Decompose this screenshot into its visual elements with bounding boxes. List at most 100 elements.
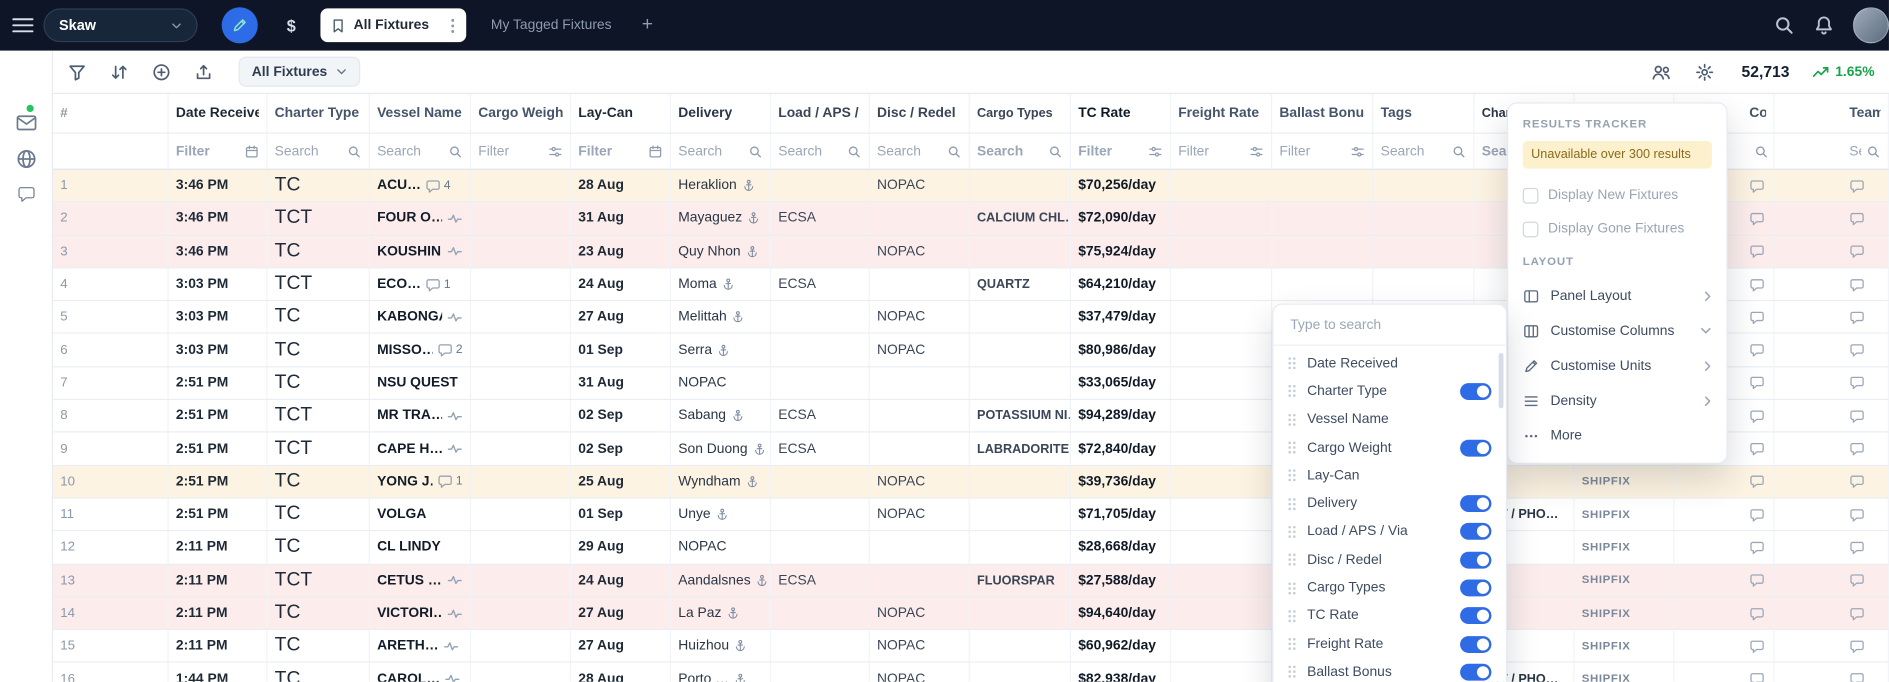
teamwork-bubble-icon[interactable] [1849,244,1865,260]
comment-count-icon[interactable] [438,342,454,358]
column-filter-freight-rate[interactable]: Filter [1171,134,1272,169]
teamwork-bubble-icon[interactable] [1849,507,1865,523]
checkbox-icon[interactable] [1523,187,1539,203]
add-tab-button[interactable]: + [642,14,653,36]
column-filter-charter-type[interactable]: Search [267,134,369,169]
comments-bubble-icon[interactable] [1749,178,1765,194]
column-header-teamwork[interactable]: Teamwork [1775,94,1889,133]
fixture-row[interactable]: 102:51 PMTCYONG J…125 AugWyndhamNOPAC$39… [53,466,1889,499]
menu-item-customise-columns[interactable]: Customise Columns [1523,313,1712,348]
columns-scrollbar[interactable] [1499,353,1504,408]
fixture-row[interactable]: 112:51 PMTCVOLGA01 SepUnyeNOPAC$71,705/d… [53,499,1889,532]
gear-icon[interactable] [1695,62,1714,81]
column-option-lay-can[interactable]: Lay-Can [1273,462,1506,490]
mail-icon[interactable] [16,113,38,132]
checkbox-icon[interactable] [1523,221,1539,237]
column-filter-tc-rate[interactable]: Filter [1071,134,1171,169]
comments-bubble-icon[interactable] [1749,474,1765,490]
tab-all-fixtures[interactable]: All Fixtures [320,8,466,42]
column-toggle[interactable] [1460,383,1491,400]
column-filter-lay-can[interactable]: Filter [571,134,671,169]
column-toggle[interactable] [1460,551,1491,568]
column-header-delivery[interactable]: Delivery [671,94,771,133]
fixture-row[interactable]: 152:11 PMTCARETH…27 AugHuizhouNOPAC$60,9… [53,630,1889,663]
view-selector[interactable]: All Fixtures [239,57,360,87]
column-toggle[interactable] [1460,608,1491,625]
columns-search-input[interactable] [1288,316,1492,333]
column-option-disc-redel[interactable]: Disc / Redel [1273,546,1506,574]
comments-bubble-icon[interactable] [1749,277,1765,293]
comments-bubble-icon[interactable] [1749,540,1765,556]
comment-count-icon[interactable] [438,474,454,490]
globe-icon[interactable] [16,148,38,170]
fixture-row[interactable]: 122:11 PMTCCL LINDY29 AugNOPAC$28,668/da… [53,532,1889,565]
column-header-charter-type[interactable]: Charter Type [267,94,369,133]
drag-handle-icon[interactable] [1288,665,1296,678]
column-option-ballast-bonus[interactable]: Ballast Bonus [1273,658,1506,682]
currency-toggle[interactable]: $ [287,16,296,34]
fixture-row[interactable]: 142:11 PMTCVICTORI…27 AugLa PazNOPAC$94,… [53,597,1889,630]
comments-bubble-icon[interactable] [1749,671,1765,682]
drag-handle-icon[interactable] [1288,609,1296,622]
column-option-charter-type[interactable]: Charter Type [1273,377,1506,405]
drag-handle-icon[interactable] [1288,441,1296,454]
option-display-gone-fixtures[interactable]: Display Gone Fixtures [1523,212,1712,246]
comment-count-icon[interactable] [426,277,442,293]
comments-bubble-icon[interactable] [1749,572,1765,588]
teamwork-bubble-icon[interactable] [1849,211,1865,227]
column-filter-delivery[interactable]: Search [671,134,771,169]
menu-item-more[interactable]: More [1523,418,1712,453]
column-option-freight-rate[interactable]: Freight Rate [1273,630,1506,658]
column-header-load-aps-via[interactable]: Load / APS / Via [771,94,870,133]
user-avatar[interactable] [1853,7,1889,43]
menu-item-panel-layout[interactable]: Panel Layout [1523,278,1712,313]
teamwork-bubble-icon[interactable] [1849,671,1865,682]
add-fixture-icon[interactable] [152,62,171,81]
column-filter-tags[interactable]: Search [1373,134,1474,169]
comment-count-icon[interactable] [426,178,442,194]
column-header-ballast-bonus[interactable]: Ballast Bonus [1272,94,1373,133]
comments-bubble-icon[interactable] [1749,342,1765,358]
column-toggle[interactable] [1460,523,1491,540]
column-header-cargo-weight[interactable]: Cargo Weight [471,94,571,133]
column-filter-ballast-bonus[interactable]: Filter [1272,134,1373,169]
compose-button[interactable] [222,7,258,43]
column-filter-date-received[interactable]: Filter [169,134,268,169]
column-toggle[interactable] [1460,579,1491,596]
column-option-vessel-name[interactable]: Vessel Name [1273,405,1506,433]
teamwork-bubble-icon[interactable] [1849,342,1865,358]
sort-icon[interactable] [110,62,129,81]
teamwork-bubble-icon[interactable] [1849,638,1865,654]
column-filter-load-aps-via[interactable]: Search [771,134,870,169]
column-filter-teamwork[interactable]: Search [1775,134,1889,169]
column-filter-vessel-name[interactable]: Search [370,134,471,169]
column-option-cargo-weight[interactable]: Cargo Weight [1273,434,1506,462]
column-toggle[interactable] [1460,664,1491,681]
option-display-new-fixtures[interactable]: Display New Fixtures [1523,178,1712,212]
tab-options-icon[interactable] [450,17,455,33]
search-icon[interactable] [1773,14,1795,36]
comments-bubble-icon[interactable] [1749,408,1765,424]
teamwork-bubble-icon[interactable] [1849,408,1865,424]
teamwork-bubble-icon[interactable] [1849,605,1865,621]
hamburger-menu-icon[interactable] [12,14,34,36]
teamwork-bubble-icon[interactable] [1849,572,1865,588]
column-toggle[interactable] [1460,439,1491,456]
drag-handle-icon[interactable] [1288,553,1296,566]
column-header-tc-rate[interactable]: TC Rate [1071,94,1171,133]
comments-bubble-icon[interactable] [1749,638,1765,654]
column-filter-cargo-weight[interactable]: Filter [471,134,571,169]
teamwork-bubble-icon[interactable] [1849,540,1865,556]
column-header-tags[interactable]: Tags [1373,94,1474,133]
column-option-tc-rate[interactable]: TC Rate [1273,602,1506,630]
fixture-row[interactable]: 161:44 PMTCCAROL…28 AugPorto …NOPAC$82,9… [53,663,1889,682]
column-option-delivery[interactable]: Delivery [1273,490,1506,518]
column-header-lay-can[interactable]: Lay-Can [571,94,671,133]
column-filter-disc-redel[interactable]: Search [870,134,970,169]
column-option-cargo-types[interactable]: Cargo Types [1273,574,1506,602]
column-header-cargo-types[interactable]: Cargo Types [970,94,1071,133]
teamwork-bubble-icon[interactable] [1849,178,1865,194]
filter-icon[interactable] [67,62,86,81]
menu-item-density[interactable]: Density [1523,383,1712,418]
tab-my-tagged-fixtures[interactable]: My Tagged Fixtures [480,8,622,42]
